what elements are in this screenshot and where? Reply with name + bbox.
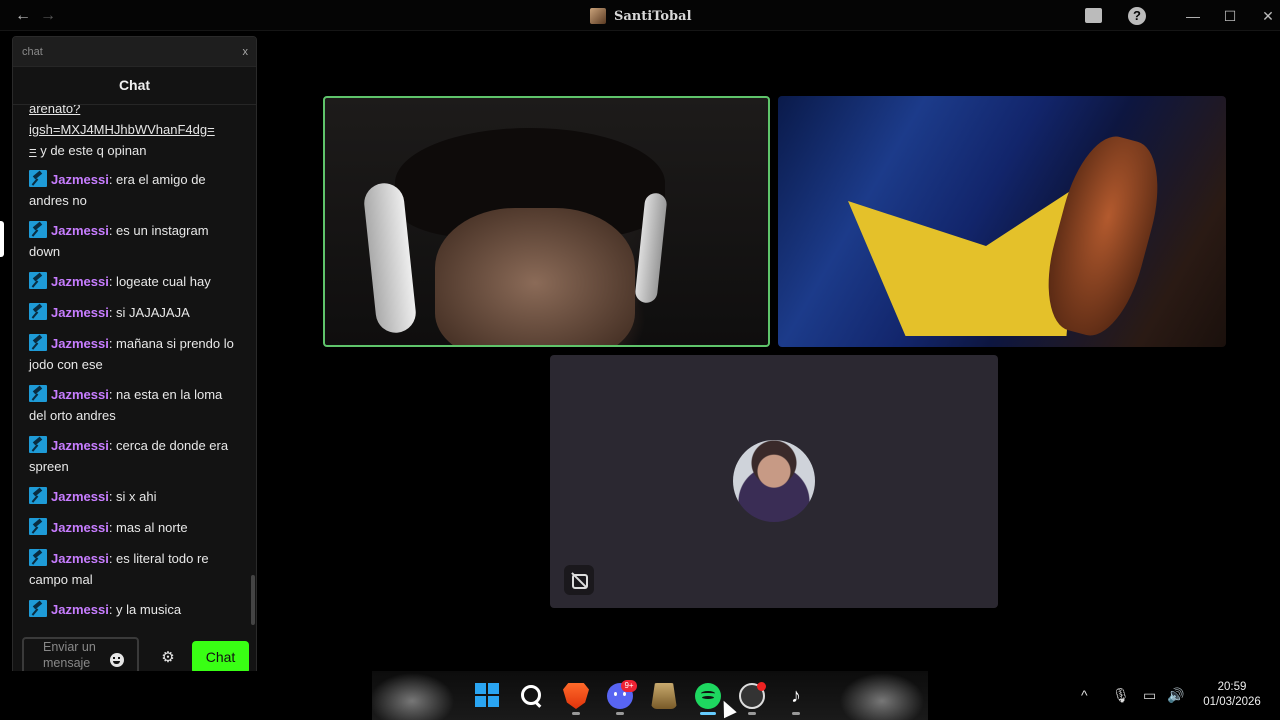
moderator-badge-icon (29, 549, 47, 566)
microphone-icon[interactable]: 🎙 (1112, 683, 1130, 707)
chat-popout-bar: chat x (13, 37, 256, 67)
chat-message: Jazmessi: mañana si prendo lo jodo con e… (29, 333, 234, 375)
moderator-badge-icon (29, 221, 47, 238)
maximize-icon[interactable]: ☐ (1220, 6, 1240, 26)
chat-message: Jazmessi: y la musica (29, 599, 234, 620)
left-rail (0, 31, 12, 671)
chat-scrollbar[interactable] (251, 575, 255, 625)
clock-date: 01/03/2026 (1203, 696, 1261, 708)
running-indicator (748, 712, 756, 715)
chat-username[interactable]: Jazmessi (51, 223, 109, 238)
league-of-legends-icon[interactable] (651, 683, 677, 709)
chat-message: Jazmessi: es un instagram down (29, 220, 234, 262)
message-text: y de este q opinan (36, 143, 147, 158)
chat-username[interactable]: Jazmessi (51, 602, 109, 617)
moderator-badge-icon (29, 518, 47, 535)
help-icon[interactable]: ? (1127, 6, 1147, 26)
title-bar: ← → SantiTobal ? — ☐ ✕ (0, 0, 1280, 31)
channel-avatar-icon (590, 8, 606, 24)
chat-username[interactable]: Jazmessi (51, 336, 109, 351)
chat-message-list[interactable]: arenato? igsh=MXJ4MHJhbWVhanF4dg= = y de… (13, 105, 256, 625)
running-indicator (792, 712, 800, 715)
forward-arrow-icon[interactable]: → (38, 6, 58, 26)
window-title: SantiTobal (614, 8, 692, 24)
message-link-start[interactable]: arenato? (29, 105, 80, 116)
moderator-badge-icon (29, 170, 47, 187)
network-icon[interactable]: ▭ (1143, 683, 1156, 707)
search-icon[interactable] (518, 683, 544, 709)
windows-start-icon[interactable] (475, 683, 499, 707)
clock-time: 20:59 (1217, 681, 1247, 693)
tiktok-icon[interactable]: ♪ (783, 683, 809, 709)
video-feed (848, 186, 1078, 336)
chat-message-partial: arenato? igsh=MXJ4MHJhbWVhanF4dg= = y de… (29, 105, 239, 161)
chat-text: : si JAJAJAJA (108, 305, 190, 320)
chat-panel: chat x Chat arenato? igsh=MXJ4MHJhbWVhan… (12, 36, 257, 694)
chat-text: : mas al norte (108, 520, 188, 535)
taskbar-wallpaper (372, 671, 928, 720)
chat-title: Chat (13, 67, 256, 105)
video-feed-detail (435, 208, 635, 345)
chat-text: : y la musica (108, 602, 182, 617)
moderator-badge-icon (29, 303, 47, 320)
active-indicator (700, 712, 716, 715)
running-indicator (616, 712, 624, 715)
moderator-badge-icon (29, 272, 47, 289)
video-tile-camera-off[interactable] (550, 355, 998, 608)
message-link-end[interactable]: = (29, 143, 37, 158)
chat-username[interactable]: Jazmessi (51, 438, 109, 453)
chat-message: Jazmessi: logeate cual hay (29, 271, 234, 292)
volume-icon[interactable]: 🔊 (1167, 683, 1184, 707)
obs-recording-badge (757, 682, 766, 691)
chat-popout-label: chat (22, 46, 43, 58)
moderator-badge-icon (29, 436, 47, 453)
discord-notification-badge: 9+ (621, 680, 637, 692)
chat-message: Jazmessi: era el amigo de andres no (29, 169, 234, 211)
back-arrow-icon[interactable]: ← (13, 6, 33, 26)
participant-avatar (733, 440, 815, 522)
chat-username[interactable]: Jazmessi (51, 551, 109, 566)
chat-message: Jazmessi: na esta en la loma del orto an… (29, 384, 234, 426)
chat-username[interactable]: Jazmessi (51, 274, 109, 289)
window-title-group: SantiTobal (590, 7, 692, 25)
moderator-badge-icon (29, 600, 47, 617)
moderator-badge-icon (29, 487, 47, 504)
clock[interactable]: 20:59 01/03/2026 (1200, 680, 1264, 710)
emoji-icon[interactable] (110, 653, 124, 667)
chat-username[interactable]: Jazmessi (51, 305, 109, 320)
chat-input-placeholder: Enviar un mensaje (43, 640, 96, 670)
moderator-badge-icon (29, 385, 47, 402)
inbox-icon[interactable] (1083, 6, 1103, 26)
tray-chevron-up-icon[interactable]: ^ (1081, 683, 1088, 707)
chat-message: Jazmessi: si x ahi (29, 486, 234, 507)
rail-active-indicator (0, 221, 4, 257)
chat-message: Jazmessi: es literal todo re campo mal (29, 548, 234, 590)
gear-icon[interactable]: ⚙ (159, 649, 177, 667)
chat-message: Jazmessi: mas al norte (29, 517, 234, 538)
chat-close-icon[interactable]: x (243, 46, 249, 58)
chat-username[interactable]: Jazmessi (51, 489, 109, 504)
chat-username[interactable]: Jazmessi (51, 387, 109, 402)
camera-off-icon (564, 565, 594, 595)
chat-message: Jazmessi: cerca de donde era spreen (29, 435, 234, 477)
video-tile-speaking[interactable] (323, 96, 770, 347)
taskbar: ♪ ^ 🎙 ▭ 🔊 20:59 01/03/2026 (0, 671, 1280, 720)
chat-message: Jazmessi: si JAJAJAJA (29, 302, 234, 323)
video-tile[interactable] (778, 96, 1226, 347)
message-link[interactable]: igsh=MXJ4MHJhbWVhanF4dg= (29, 122, 215, 137)
chat-text: : si x ahi (108, 489, 157, 504)
chat-username[interactable]: Jazmessi (51, 172, 109, 187)
chat-username[interactable]: Jazmessi (51, 520, 109, 535)
close-window-icon[interactable]: ✕ (1258, 6, 1278, 26)
chat-text: : logeate cual hay (108, 274, 211, 289)
moderator-badge-icon (29, 334, 47, 351)
send-chat-button[interactable]: Chat (192, 641, 249, 674)
running-indicator (572, 712, 580, 715)
minimize-icon[interactable]: — (1183, 6, 1203, 26)
